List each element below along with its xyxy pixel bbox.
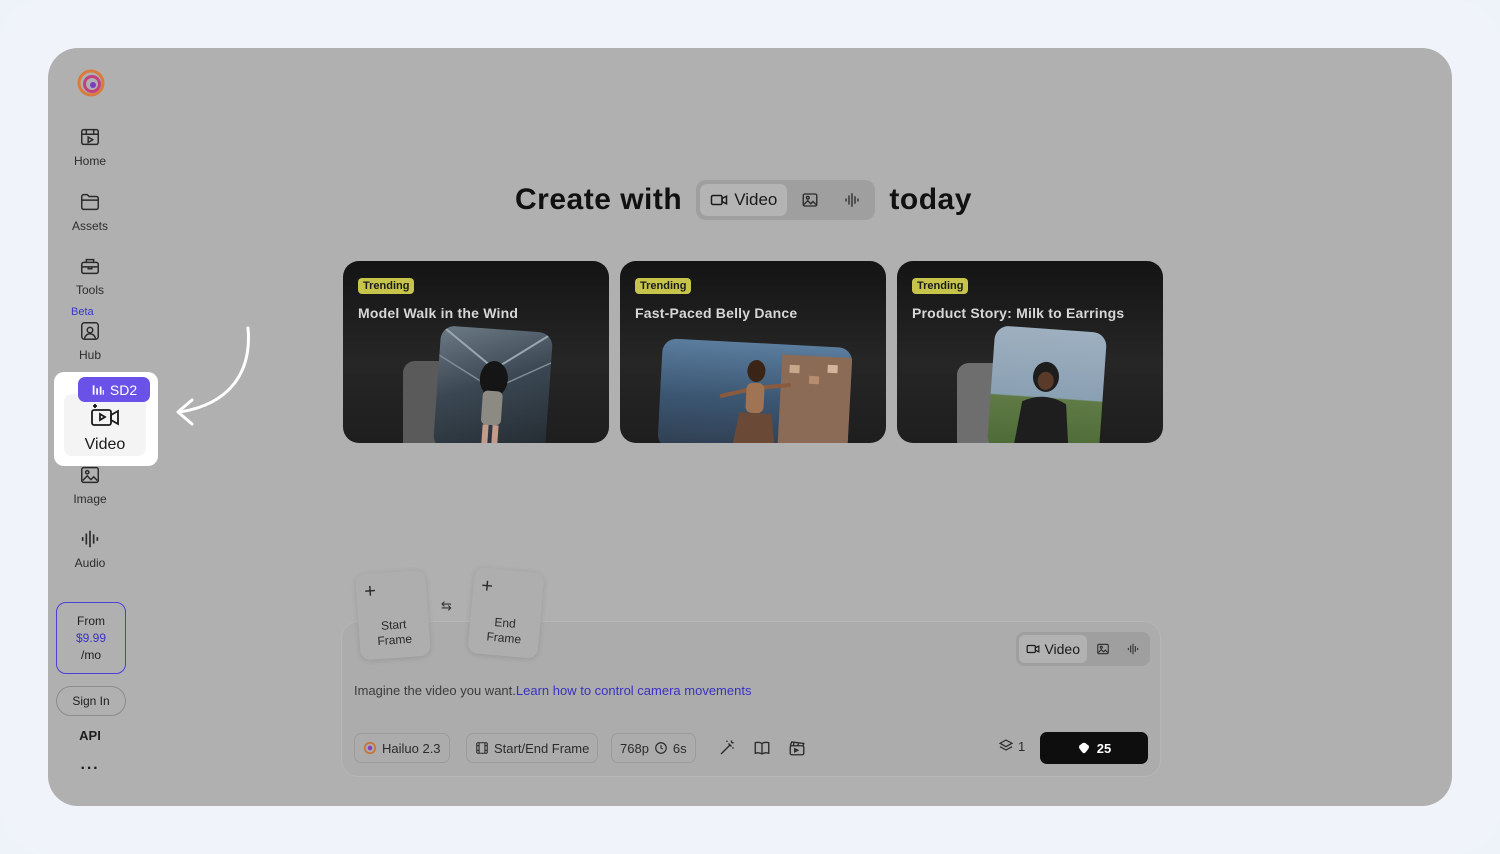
home-icon bbox=[81, 128, 99, 146]
clock-icon bbox=[655, 742, 667, 754]
sd2-label: SD2 bbox=[109, 381, 138, 398]
prompt-composer: Imagine the video you want.Learn how to … bbox=[342, 622, 1160, 776]
composer-mode-audio[interactable] bbox=[1119, 635, 1147, 663]
trending-card[interactable]: Trending Product Story: Milk to Earrings bbox=[897, 261, 1163, 443]
audio-wave-icon bbox=[845, 193, 860, 207]
sidebar-item-label: Audio bbox=[74, 556, 106, 570]
product-story-image bbox=[1012, 361, 1069, 443]
sidebar-item-label: Tools bbox=[75, 283, 104, 297]
sidebar-item-label: Home bbox=[73, 154, 106, 168]
sidebar-item-label: Assets bbox=[71, 219, 108, 233]
hub-icon bbox=[81, 322, 99, 340]
sd2-badge: SD2 bbox=[78, 377, 150, 402]
card-title: Product Story: Milk to Earrings bbox=[912, 305, 1125, 321]
headline-mode-switch: Video bbox=[696, 180, 876, 220]
prompt-placeholder: Imagine the video you want. bbox=[354, 683, 516, 698]
mode-image-button[interactable] bbox=[791, 184, 829, 216]
card-title: Fast-Paced Belly Dance bbox=[635, 305, 798, 321]
thumbnail-image bbox=[986, 325, 1108, 443]
plus-icon: + bbox=[480, 574, 494, 598]
audio-icon bbox=[81, 530, 99, 548]
pricing-price: $9.99 bbox=[75, 630, 107, 645]
trending-tag: Trending bbox=[912, 278, 969, 294]
end-frame-label: End Frame bbox=[485, 615, 522, 647]
pricing-from: From bbox=[77, 613, 105, 628]
model-selector[interactable]: Hailuo 2.3 bbox=[354, 733, 450, 763]
sidebar-item-label: Image bbox=[73, 492, 107, 506]
sign-in-button[interactable]: Sign In bbox=[56, 686, 126, 716]
trending-tag: Trending bbox=[635, 278, 692, 294]
hailuo-logo-icon[interactable] bbox=[76, 68, 106, 98]
api-link[interactable]: API bbox=[70, 728, 110, 743]
image-icon bbox=[1097, 643, 1109, 655]
pricing-period: /mo bbox=[80, 647, 101, 662]
sidebar-item-tools[interactable]: Tools bbox=[60, 255, 120, 309]
mode-video-label: Video bbox=[734, 190, 778, 209]
mode-video-button[interactable]: Video bbox=[700, 184, 788, 216]
credits-icon bbox=[1078, 742, 1089, 754]
composer-mode-image[interactable] bbox=[1089, 635, 1117, 663]
video-camera-icon bbox=[710, 194, 728, 206]
composer-mode-video[interactable]: Video bbox=[1019, 635, 1087, 663]
film-icon bbox=[476, 742, 488, 754]
mode-audio-button[interactable] bbox=[833, 184, 871, 216]
bar-chart-icon bbox=[92, 384, 104, 395]
headline: Create with Video today bbox=[515, 180, 972, 220]
video-icon bbox=[91, 404, 119, 426]
headline-prefix: Create with bbox=[515, 183, 683, 216]
frame-mode-label: Start/End Frame bbox=[494, 740, 590, 756]
more-icon[interactable]: ··· bbox=[70, 760, 110, 778]
camera-movements-link[interactable]: Learn how to control camera movements bbox=[516, 683, 752, 698]
sidebar-item-home[interactable]: Home bbox=[60, 126, 120, 180]
sidebar-item-label: Hub bbox=[78, 348, 101, 362]
trending-tag: Trending bbox=[358, 278, 415, 294]
layers-icon bbox=[998, 739, 1014, 751]
sidebar-item-assets[interactable]: Assets bbox=[60, 191, 120, 245]
generate-button[interactable]: 25 bbox=[1040, 732, 1148, 764]
magic-wand-icon[interactable] bbox=[718, 739, 736, 757]
hailuo-model-icon bbox=[363, 741, 377, 755]
pointer-arrow-icon bbox=[176, 326, 250, 426]
resolution-label: 768p bbox=[620, 740, 649, 756]
image-icon bbox=[802, 193, 818, 207]
trending-card[interactable]: Trending Model Walk in the Wind bbox=[343, 261, 609, 443]
folder-icon bbox=[81, 193, 99, 211]
card-title: Model Walk in the Wind bbox=[358, 305, 519, 321]
duration-label: 6s bbox=[672, 740, 687, 756]
sidebar-item-audio[interactable]: Audio bbox=[60, 528, 120, 582]
prompt-input[interactable]: Imagine the video you want.Learn how to … bbox=[354, 683, 751, 698]
video-camera-icon bbox=[1027, 644, 1040, 654]
model-walk-image bbox=[438, 325, 554, 443]
plus-icon: + bbox=[363, 580, 377, 603]
beta-badge: Beta bbox=[71, 306, 94, 318]
credits-value: 25 bbox=[1096, 740, 1112, 756]
frame-mode-selector[interactable]: Start/End Frame bbox=[466, 733, 599, 763]
model-label: Hailuo 2.3 bbox=[382, 740, 441, 756]
start-frame-upload[interactable]: + Start Frame bbox=[355, 569, 431, 661]
trending-card[interactable]: Trending Fast-Paced Belly Dance bbox=[620, 261, 886, 443]
swap-frames-icon[interactable]: ⇆ bbox=[441, 598, 452, 614]
sidebar-item-label: Video bbox=[84, 436, 126, 453]
sidebar-item-image[interactable]: Image bbox=[60, 464, 120, 518]
composer-mode-video-label: Video bbox=[1044, 641, 1080, 657]
output-count-value: 1 bbox=[1018, 738, 1026, 754]
book-icon[interactable] bbox=[753, 739, 771, 757]
audio-wave-icon bbox=[1127, 643, 1139, 655]
pricing-button[interactable]: From $9.99 /mo bbox=[56, 602, 126, 674]
thumbnail-image bbox=[657, 338, 853, 443]
belly-dance-image bbox=[719, 354, 853, 443]
thumbnail-image bbox=[432, 325, 554, 443]
output-count[interactable]: 1 bbox=[998, 738, 1025, 754]
clapperboard-icon[interactable] bbox=[788, 739, 806, 757]
end-frame-upload[interactable]: + End Frame bbox=[467, 567, 545, 659]
headline-suffix: today bbox=[889, 183, 972, 216]
resolution-duration-selector[interactable]: 768p 6s bbox=[611, 733, 696, 763]
sidebar-item-hub[interactable]: Hub bbox=[60, 320, 120, 374]
image-icon bbox=[81, 466, 99, 484]
composer-mode-switch: Video bbox=[1016, 632, 1150, 666]
start-frame-label: Start Frame bbox=[376, 617, 413, 649]
toolbox-icon bbox=[81, 258, 99, 275]
